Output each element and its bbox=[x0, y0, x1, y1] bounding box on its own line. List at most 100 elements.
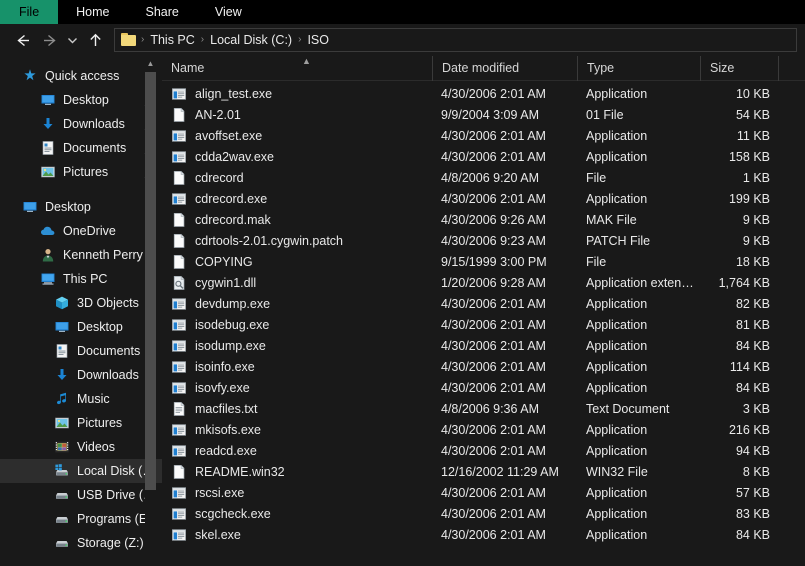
cell-size: 8 KB bbox=[742, 464, 770, 479]
sidebar-scrollbar[interactable]: ▲ bbox=[145, 56, 156, 566]
table-row[interactable]: cygwin1.dll 1/20/2006 9:28 AM Application … bbox=[162, 272, 805, 293]
sidebar-item-documents[interactable]: Documents bbox=[0, 136, 162, 160]
arrow-up-icon bbox=[89, 33, 101, 46]
recent-locations-button[interactable] bbox=[62, 27, 82, 53]
table-row[interactable]: README.win32 12/16/2002 11:29 AM WIN32 Fil… bbox=[162, 461, 805, 482]
cube-icon bbox=[54, 295, 70, 311]
table-row[interactable]: skel.exe 4/30/2006 2:01 AM Application 84 K… bbox=[162, 524, 805, 545]
sidebar-item-desktop[interactable]: Desktop bbox=[0, 195, 162, 219]
cell-name: rscsi.exe bbox=[162, 485, 432, 501]
back-button[interactable] bbox=[10, 27, 36, 53]
exe-icon bbox=[172, 381, 186, 394]
sidebar-item-videos[interactable]: Videos bbox=[0, 435, 162, 459]
sidebar-item-onedrive[interactable]: OneDrive bbox=[0, 219, 162, 243]
sidebar-item-kenneth-perry[interactable]: Kenneth Perry bbox=[0, 243, 162, 267]
sidebar-item-desktop[interactable]: Desktop bbox=[0, 88, 162, 112]
exe-icon bbox=[172, 318, 186, 331]
sidebar-item-local-disk-c[interactable]: Local Disk (C:) bbox=[0, 459, 162, 483]
sidebar-item-documents[interactable]: Documents bbox=[0, 339, 162, 363]
cell-date-modified: 4/30/2006 2:01 AM bbox=[441, 422, 546, 437]
table-row[interactable]: readcd.exe 4/30/2006 2:01 AM Application 94… bbox=[162, 440, 805, 461]
exe-icon bbox=[172, 297, 186, 310]
drive-icon bbox=[54, 535, 70, 551]
column-header-type[interactable]: Type bbox=[577, 56, 700, 81]
tab-share[interactable]: Share bbox=[128, 0, 197, 24]
forward-button[interactable] bbox=[36, 27, 62, 53]
cell-type: Application bbox=[586, 317, 648, 332]
table-row[interactable]: cdda2wav.exe 4/30/2006 2:01 AM Application… bbox=[162, 146, 805, 167]
breadcrumb-item-this-pc[interactable]: This PC bbox=[145, 33, 199, 47]
dll-icon bbox=[173, 275, 185, 290]
sidebar-item-downloads[interactable]: Downloads bbox=[0, 112, 162, 136]
main-area: Quick access Desktop Downloads Documents Pic… bbox=[0, 56, 805, 566]
column-header-date-modified[interactable]: Date modified bbox=[432, 56, 577, 81]
breadcrumb[interactable]: › This PC › Local Disk (C:) › ISO bbox=[114, 28, 797, 52]
cell-type: Application bbox=[586, 443, 648, 458]
file-name-label: macfiles.txt bbox=[195, 401, 258, 416]
table-row[interactable]: devdump.exe 4/30/2006 2:01 AM Application 8… bbox=[162, 293, 805, 314]
column-header-size[interactable]: Size bbox=[700, 56, 778, 81]
sidebar-scrollbar-thumb[interactable] bbox=[145, 72, 156, 490]
table-row[interactable]: align_test.exe 4/30/2006 2:01 AM Applicati… bbox=[162, 83, 805, 104]
up-button[interactable] bbox=[82, 27, 108, 53]
cell-name: isodump.exe bbox=[162, 338, 432, 354]
column-header-name[interactable]: Name ▲ bbox=[162, 56, 432, 81]
sidebar-item-programs-e[interactable]: Programs (E:) bbox=[0, 507, 162, 531]
sidebar-item-3d-objects[interactable]: 3D Objects bbox=[0, 291, 162, 315]
tab-file[interactable]: File bbox=[0, 0, 59, 24]
breadcrumb-item-iso[interactable]: ISO bbox=[302, 33, 334, 47]
sidebar-item-label: 3D Objects bbox=[77, 296, 139, 310]
table-row[interactable]: cdrecord.mak 4/30/2006 9:26 AM MAK File 9 K… bbox=[162, 209, 805, 230]
sidebar-item-desktop[interactable]: Desktop bbox=[0, 315, 162, 339]
table-row[interactable]: cdrtools-2.01.cygwin.patch 4/30/2006 9:23… bbox=[162, 230, 805, 251]
breadcrumb-item-local-disk[interactable]: Local Disk (C:) bbox=[205, 33, 297, 47]
exe-icon bbox=[171, 443, 187, 459]
table-row[interactable]: isoinfo.exe 4/30/2006 2:01 AM Application 1… bbox=[162, 356, 805, 377]
cell-date-modified: 4/30/2006 2:01 AM bbox=[441, 338, 546, 353]
download-icon bbox=[54, 367, 70, 383]
sidebar-item-label: Music bbox=[77, 392, 110, 406]
table-row[interactable]: mkisofs.exe 4/30/2006 2:01 AM Application 2… bbox=[162, 419, 805, 440]
table-row[interactable]: COPYING 9/15/1999 3:00 PM File 18 KB bbox=[162, 251, 805, 272]
sidebar-item-label: Desktop bbox=[45, 200, 91, 214]
sidebar-item-usb-drive-d[interactable]: USB Drive (D:) bbox=[0, 483, 162, 507]
cell-date-modified: 4/30/2006 2:01 AM bbox=[441, 527, 546, 542]
table-row[interactable]: cdrecord 4/8/2006 9:20 AM File 1 KB bbox=[162, 167, 805, 188]
table-row[interactable]: cdrecord.exe 4/30/2006 2:01 AM Application… bbox=[162, 188, 805, 209]
table-row[interactable]: avoffset.exe 4/30/2006 2:01 AM Application… bbox=[162, 125, 805, 146]
table-row[interactable]: AN-2.01 9/9/2004 3:09 AM 01 File 54 KB bbox=[162, 104, 805, 125]
sidebar-item-downloads[interactable]: Downloads bbox=[0, 363, 162, 387]
table-row[interactable]: isodump.exe 4/30/2006 2:01 AM Application 8… bbox=[162, 335, 805, 356]
exe-icon bbox=[171, 506, 187, 522]
exe-icon bbox=[171, 338, 187, 354]
cell-type: PATCH File bbox=[586, 233, 651, 248]
tab-home[interactable]: Home bbox=[58, 0, 127, 24]
column-header-filler bbox=[778, 56, 805, 81]
sidebar-item-pictures[interactable]: Pictures bbox=[0, 160, 162, 184]
table-row[interactable]: isodebug.exe 4/30/2006 2:01 AM Application… bbox=[162, 314, 805, 335]
file-name-label: align_test.exe bbox=[195, 86, 273, 101]
column-header-size-label: Size bbox=[710, 61, 735, 75]
monitor-icon bbox=[55, 322, 69, 332]
cloud-icon bbox=[41, 226, 55, 235]
cell-size: 84 KB bbox=[735, 527, 770, 542]
thispc-icon bbox=[41, 273, 55, 285]
exe-icon bbox=[172, 87, 186, 100]
table-row[interactable]: isovfy.exe 4/30/2006 2:01 AM Application 84… bbox=[162, 377, 805, 398]
cell-date-modified: 4/30/2006 2:01 AM bbox=[441, 317, 546, 332]
sidebar-item-storage-z[interactable]: Storage (Z:) bbox=[0, 531, 162, 555]
sidebar-item-quick-access[interactable]: Quick access bbox=[0, 64, 162, 88]
dll-icon bbox=[171, 275, 187, 291]
table-row[interactable]: macfiles.txt 4/8/2006 9:36 AM Text Documen… bbox=[162, 398, 805, 419]
tab-view[interactable]: View bbox=[197, 0, 260, 24]
table-row[interactable]: rscsi.exe 4/30/2006 2:01 AM Application 57 … bbox=[162, 482, 805, 503]
table-row[interactable]: scgcheck.exe 4/30/2006 2:01 AM Application… bbox=[162, 503, 805, 524]
picture-icon bbox=[41, 166, 55, 178]
cell-size: 57 KB bbox=[735, 485, 770, 500]
sidebar-item-pictures[interactable]: Pictures bbox=[0, 411, 162, 435]
chevron-up-icon[interactable]: ▲ bbox=[145, 56, 156, 70]
exe-icon bbox=[171, 128, 187, 144]
sidebar-item-this-pc[interactable]: This PC bbox=[0, 267, 162, 291]
cell-size: 54 KB bbox=[735, 107, 770, 122]
sidebar-item-music[interactable]: Music bbox=[0, 387, 162, 411]
